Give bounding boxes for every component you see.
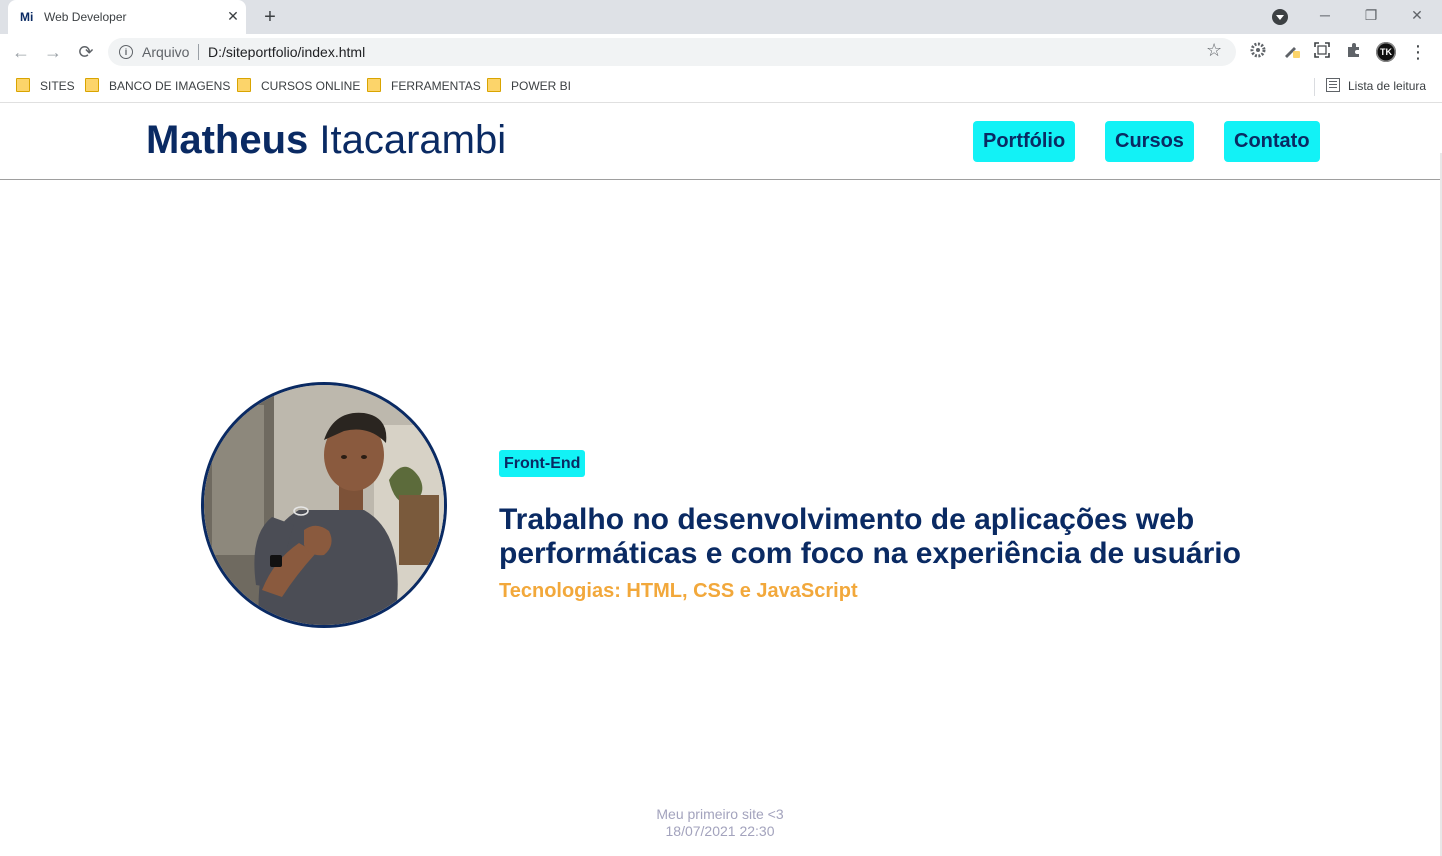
screenshot-extension-icon[interactable] (1312, 42, 1332, 62)
folder-icon (367, 78, 381, 92)
bookmark-folder-ferramentas[interactable]: FERRAMENTAS (367, 77, 481, 95)
nav-portfolio-button[interactable]: Portfólio (973, 121, 1076, 162)
bookmark-folder-banco-de-imagens[interactable]: BANCO DE IMAGENS (85, 77, 230, 95)
site-header: Matheus Itacarambi Portfólio Cursos Cont… (0, 103, 1440, 180)
profile-photo (201, 382, 447, 628)
reading-list-icon[interactable] (1326, 78, 1340, 92)
restore-icon[interactable]: ❐ (1348, 4, 1394, 28)
nav-cursos-button[interactable]: Cursos (1105, 121, 1194, 162)
bookmark-folder-sites[interactable]: SITES (16, 77, 75, 95)
window-close-icon[interactable]: ✕ (1394, 4, 1440, 28)
hero-headline: Trabalho no desenvolvimento de aplicaçõe… (499, 503, 1241, 570)
tab-favicon: Mi (20, 10, 34, 24)
address-divider (198, 44, 199, 60)
new-tab-icon[interactable]: + (258, 5, 282, 29)
site-footer: Meu primeiro site <3 18/07/2021 22:30 (0, 806, 1440, 840)
address-bar[interactable]: i Arquivo D:/siteportfolio/index.html ☆ (108, 38, 1236, 66)
gear-extension-icon[interactable] (1248, 42, 1268, 62)
folder-icon (85, 78, 99, 92)
security-chip-label: Arquivo (142, 44, 190, 60)
browser-tab-strip: Mi Web Developer ✕ + ─ ❐ ✕ (0, 0, 1442, 34)
page-viewport: Matheus Itacarambi Portfólio Cursos Cont… (0, 103, 1442, 856)
role-badge: Front-End (499, 450, 586, 477)
puzzle-extension-icon[interactable] (1344, 42, 1364, 62)
pen-extension-icon[interactable] (1282, 42, 1302, 62)
reading-list-label[interactable]: Lista de leitura (1348, 77, 1426, 95)
logo-first-name: Matheus (146, 118, 309, 162)
folder-icon (237, 78, 251, 92)
logo-last-name: Itacarambi (319, 118, 507, 162)
bookmarks-divider (1314, 78, 1315, 96)
bookmark-folder-cursos-online[interactable]: CURSOS ONLINE (237, 77, 360, 95)
bookmark-star-icon[interactable]: ☆ (1206, 40, 1222, 61)
browser-toolbar: ← → ⟳ i Arquivo D:/siteportfolio/index.h… (0, 34, 1442, 70)
technologies-text: Tecnologias: HTML, CSS e JavaScript (499, 580, 858, 602)
info-icon[interactable]: i (119, 45, 133, 59)
minimize-icon[interactable]: ─ (1302, 4, 1348, 28)
more-menu-icon[interactable]: ⋮ (1406, 40, 1430, 64)
folder-icon (16, 78, 30, 92)
bookmarks-bar: SITES BANCO DE IMAGENS CURSOS ONLINE FER… (0, 70, 1442, 103)
reload-icon[interactable]: ⟳ (74, 40, 98, 64)
footer-timestamp: 18/07/2021 22:30 (665, 823, 775, 839)
tab-close-icon[interactable]: ✕ (224, 7, 242, 25)
back-arrow-icon[interactable]: ← (9, 40, 33, 64)
site-logo[interactable]: Matheus Itacarambi (146, 118, 506, 163)
url-text[interactable]: D:/siteportfolio/index.html (208, 44, 365, 60)
folder-icon (487, 78, 501, 92)
profile-avatar[interactable]: TK (1376, 42, 1396, 62)
footer-message: Meu primeiro site <3 (656, 806, 784, 822)
browser-tab[interactable]: Mi Web Developer ✕ (8, 0, 246, 34)
forward-arrow-icon[interactable]: → (41, 40, 65, 64)
tab-title: Web Developer (44, 10, 127, 24)
bookmark-folder-power-bi[interactable]: POWER BI (487, 77, 571, 95)
tab-search-icon[interactable] (1272, 9, 1288, 25)
nav-contato-button[interactable]: Contato (1224, 121, 1320, 162)
